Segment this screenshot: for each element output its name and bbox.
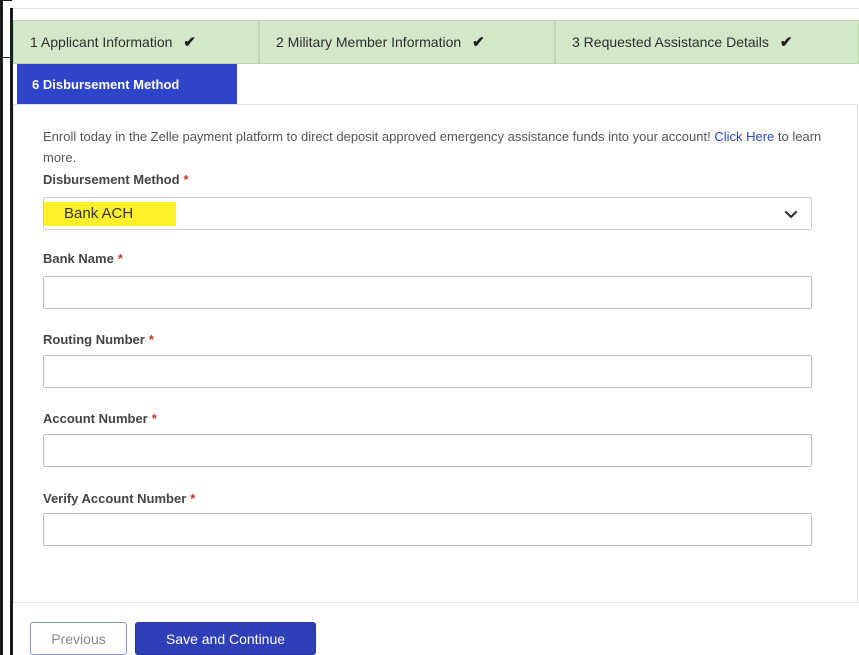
bank-name-label: Bank Name * xyxy=(43,251,123,266)
top-divider xyxy=(13,8,859,9)
disbursement-method-label: Disbursement Method * xyxy=(43,172,189,187)
step-label: 3 Requested Assistance Details xyxy=(572,34,769,50)
required-marker: * xyxy=(117,251,123,266)
label-text: Routing Number xyxy=(43,332,145,347)
required-marker: * xyxy=(148,332,154,347)
checkmark-icon: ✔ xyxy=(472,34,485,51)
account-number-label: Account Number * xyxy=(43,411,157,426)
required-marker: * xyxy=(190,491,196,506)
account-number-input[interactable] xyxy=(43,434,812,467)
step-label: 2 Military Member Information xyxy=(276,34,462,50)
window-frame-tick xyxy=(0,57,12,58)
intro-text: Enroll today in the Zelle payment platfo… xyxy=(43,129,715,144)
checkmark-icon: ✔ xyxy=(183,34,196,51)
footer-divider xyxy=(13,602,859,603)
step-tab-applicant-information[interactable]: 1 Applicant Information ✔ xyxy=(13,20,259,64)
routing-number-label: Routing Number * xyxy=(43,332,154,347)
active-step-label: 6 Disbursement Method xyxy=(32,76,180,92)
save-and-continue-button[interactable]: Save and Continue xyxy=(135,622,316,655)
click-here-link[interactable]: Click Here xyxy=(714,129,774,144)
bank-name-input[interactable] xyxy=(43,276,812,309)
step-tab-requested-assistance-details[interactable]: 3 Requested Assistance Details ✔ xyxy=(555,20,859,64)
step-tab-military-member-information[interactable]: 2 Military Member Information ✔ xyxy=(259,20,555,64)
label-text: Disbursement Method xyxy=(43,172,180,187)
chevron-down-icon[interactable] xyxy=(783,206,799,222)
step-label: 1 Applicant Information xyxy=(30,34,173,50)
routing-number-input[interactable] xyxy=(43,355,812,388)
required-marker: * xyxy=(151,411,157,426)
zelle-enrollment-notice: Enroll today in the Zelle payment platfo… xyxy=(43,126,823,168)
required-marker: * xyxy=(183,172,189,187)
checkmark-icon: ✔ xyxy=(779,34,793,51)
verify-account-number-label: Verify Account Number * xyxy=(43,491,195,506)
window-frame-top xyxy=(0,0,12,1)
disbursement-method-select[interactable]: Bank ACH xyxy=(43,197,812,230)
step-tab-disbursement-method[interactable]: 6 Disbursement Method xyxy=(17,64,237,104)
label-text: Verify Account Number xyxy=(43,491,187,506)
previous-button[interactable]: Previous xyxy=(30,622,127,655)
window-frame-left-outer xyxy=(0,0,3,655)
selected-value: Bank ACH xyxy=(64,205,134,222)
label-text: Account Number xyxy=(43,411,148,426)
verify-account-number-input[interactable] xyxy=(43,513,812,546)
label-text: Bank Name xyxy=(43,251,114,266)
step-progress-bar: 1 Applicant Information ✔ 2 Military Mem… xyxy=(13,20,859,64)
